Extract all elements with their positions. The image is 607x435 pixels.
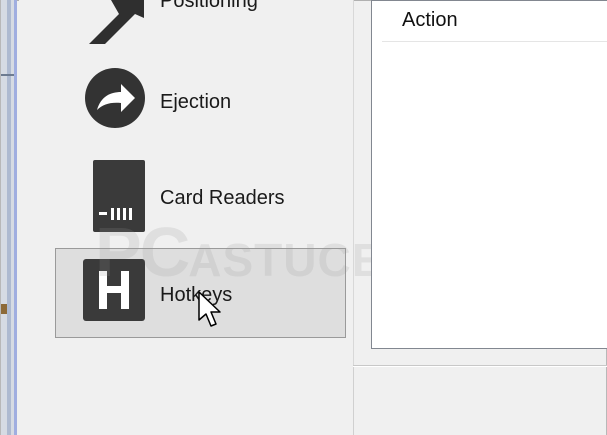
window-edge-mark xyxy=(1,304,7,314)
eject-arrow-icon xyxy=(83,66,147,130)
column-header-action[interactable]: Action xyxy=(402,9,458,32)
nav-item-label: Positioning xyxy=(160,0,258,12)
watermark-big: PC xyxy=(95,213,190,291)
nav-item-label: Ejection xyxy=(160,91,232,113)
arrow-icon xyxy=(89,0,157,44)
window-edge xyxy=(1,0,15,435)
nav-item-label: Card Readers xyxy=(160,187,285,209)
watermark: PCASTUCES xyxy=(95,212,415,292)
panel-divider xyxy=(353,365,354,435)
settings-nav: Positioning Ejection Card Readers Hotkey… xyxy=(19,0,354,405)
mouse-cursor-icon xyxy=(197,290,223,330)
actions-table[interactable]: Action xyxy=(371,0,607,349)
window-edge-inner xyxy=(7,0,11,435)
table-header: Action xyxy=(382,1,607,42)
window-edge-mark xyxy=(1,74,14,76)
panel-divider-highlight xyxy=(353,366,607,367)
nav-item-positioning[interactable]: Positioning xyxy=(19,0,353,45)
nav-item-ejection[interactable]: Ejection xyxy=(19,60,353,145)
